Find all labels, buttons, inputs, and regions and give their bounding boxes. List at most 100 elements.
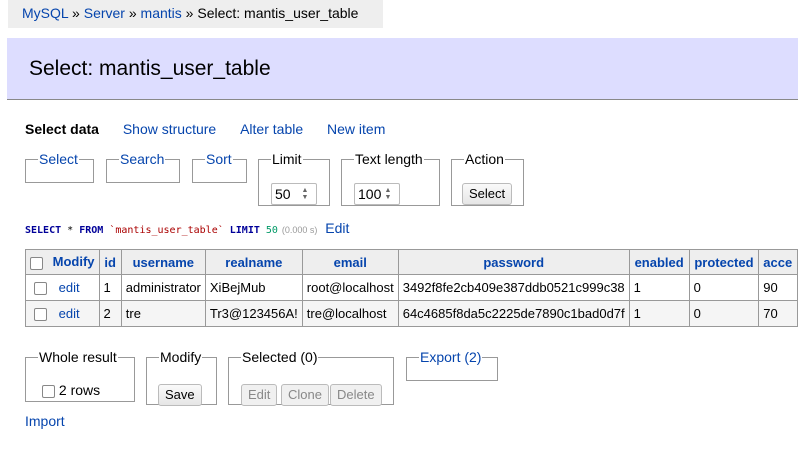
select-columns-link[interactable]: Select <box>39 151 78 167</box>
rows-count-label: 2 rows <box>58 382 101 398</box>
edit-selected-button[interactable]: Edit <box>241 384 278 406</box>
spinner-icon[interactable]: ▲ ▼ <box>383 187 393 201</box>
column-header-link[interactable]: password <box>483 255 544 270</box>
export-fieldset: Export (2) <box>406 349 498 381</box>
modify-all-link[interactable]: Modify <box>53 254 95 269</box>
modify-header: Modify <box>25 249 100 275</box>
breadcrumb-separator: » <box>72 5 80 21</box>
column-header-realname[interactable]: realname <box>204 249 303 275</box>
column-header-link[interactable]: acce <box>763 255 792 270</box>
table-cell: 1 <box>628 300 690 327</box>
row-edit-link[interactable]: edit <box>59 280 80 295</box>
clone-selected-button[interactable]: Clone <box>281 384 329 406</box>
column-header-email[interactable]: email <box>301 249 399 275</box>
table-cell: administrator <box>120 274 206 301</box>
select-all-checkbox[interactable] <box>30 256 43 270</box>
table-row: edit 2 tre Tr3@123456A! tre@localhost 64… <box>25 300 798 327</box>
select-fieldset: Select <box>25 151 94 183</box>
select-action-button[interactable]: Select <box>462 183 513 205</box>
row-select-cell: edit <box>25 274 100 301</box>
row-edit-link[interactable]: edit <box>59 306 80 321</box>
table-cell: 2 <box>98 300 122 327</box>
search-link[interactable]: Search <box>120 151 164 167</box>
page-title: Select: mantis_user_table <box>29 57 271 80</box>
table-cell: tre@localhost <box>301 300 399 327</box>
table-cell: Tr3@123456A! <box>204 300 303 327</box>
export-link[interactable]: Export (2) <box>420 349 481 365</box>
table-cell: 1 <box>98 274 122 301</box>
table-cell: 90 <box>758 274 798 301</box>
breadcrumb: MySQL » Server » mantis » Select: mantis… <box>8 0 383 28</box>
table-cell: 0 <box>688 300 760 327</box>
page-header: Select: mantis_user_table <box>7 38 798 100</box>
table-header-row: Modify id username realname email passwo… <box>25 249 798 275</box>
limit-fieldset: Limit 50 ▲ ▼ <box>258 151 330 206</box>
table-cell: 3492f8fe2cb409e387ddb0521c999c38 <box>397 274 630 301</box>
limit-input[interactable]: 50 ▲ ▼ <box>271 183 317 205</box>
save-button[interactable]: Save <box>158 384 202 406</box>
table-cell: root@localhost <box>301 274 399 301</box>
delete-selected-button[interactable]: Delete <box>330 384 382 406</box>
sql-query-line: SELECT * FROM `mantis_user_table` LIMIT … <box>25 220 349 236</box>
sql-star: * <box>67 225 74 236</box>
import-link[interactable]: Import <box>25 413 65 429</box>
whole-result-fieldset: Whole result 2 rows <box>25 349 135 402</box>
column-header-password[interactable]: password <box>397 249 630 275</box>
text-length-input[interactable]: 100 ▲ ▼ <box>354 183 400 205</box>
action-legend: Action <box>465 151 504 167</box>
table-cell: 0 <box>688 274 760 301</box>
search-fieldset: Search <box>106 151 180 183</box>
text-length-value: 100 <box>358 186 382 202</box>
action-fieldset: Action Select <box>451 151 524 206</box>
breadcrumb-separator: » <box>185 5 194 21</box>
column-header-link[interactable]: enabled <box>635 255 684 270</box>
breadcrumb-link-mantis[interactable]: mantis <box>141 5 182 21</box>
menu-alter-table[interactable]: Alter table <box>240 121 303 137</box>
column-header-enabled[interactable]: enabled <box>628 249 690 275</box>
menu-select-data: Select data <box>25 121 99 137</box>
whole-result-option[interactable]: 2 rows <box>42 382 100 398</box>
table-cell: tre <box>120 300 206 327</box>
data-table: Modify id username realname email passwo… <box>25 249 798 327</box>
limit-value: 50 <box>275 186 291 202</box>
column-header-protected[interactable]: protected <box>688 249 760 275</box>
table-row: edit 1 administrator XiBejMub root@local… <box>25 274 798 301</box>
column-header-access[interactable]: acce <box>758 249 798 275</box>
column-header-username[interactable]: username <box>120 249 206 275</box>
sql-table-name: `mantis_user_table` <box>109 225 224 236</box>
sql-edit-link[interactable]: Edit <box>325 220 349 236</box>
sql-keyword: LIMIT <box>229 225 260 236</box>
column-header-link[interactable]: id <box>104 255 116 270</box>
menu-show-structure[interactable]: Show structure <box>123 121 216 137</box>
selected-fieldset: Selected (0) Edit Clone Delete <box>228 349 394 406</box>
column-header-id[interactable]: id <box>98 249 122 275</box>
breadcrumb-link-mysql[interactable]: MySQL <box>22 5 68 21</box>
row-checkbox[interactable] <box>34 282 47 296</box>
sort-link[interactable]: Sort <box>206 151 232 167</box>
modify-legend: Modify <box>160 349 202 365</box>
column-header-link[interactable]: username <box>133 255 194 270</box>
spinner-icon[interactable]: ▲ ▼ <box>300 187 310 201</box>
sql-limit-value: 50 <box>265 225 278 236</box>
breadcrumb-separator: » <box>128 5 137 21</box>
column-header-link[interactable]: realname <box>225 255 282 270</box>
sql-query: SELECT * FROM `mantis_user_table` LIMIT … <box>25 225 278 236</box>
row-select-cell: edit <box>25 300 100 327</box>
table-cell: 1 <box>628 274 690 301</box>
table-cell: 64c4685f8da5c2225de7890c1bad0d7f <box>397 300 630 327</box>
sql-keyword: FROM <box>79 225 104 236</box>
sql-keyword: SELECT <box>25 225 62 236</box>
menu-new-item[interactable]: New item <box>327 121 385 137</box>
row-checkbox[interactable] <box>34 308 47 322</box>
whole-result-checkbox[interactable] <box>42 384 55 398</box>
table-cell: 70 <box>758 300 798 327</box>
whole-result-legend: Whole result <box>39 349 117 365</box>
breadcrumb-link-server[interactable]: Server <box>84 5 125 21</box>
column-header-link[interactable]: protected <box>694 255 753 270</box>
limit-legend: Limit <box>272 151 302 167</box>
modify-fieldset: Modify Save <box>146 349 217 406</box>
text-length-legend: Text length <box>355 151 423 167</box>
column-header-link[interactable]: email <box>334 255 367 270</box>
breadcrumb-current: Select: mantis_user_table <box>197 5 359 21</box>
sql-time: (0.000 s) <box>281 225 318 235</box>
